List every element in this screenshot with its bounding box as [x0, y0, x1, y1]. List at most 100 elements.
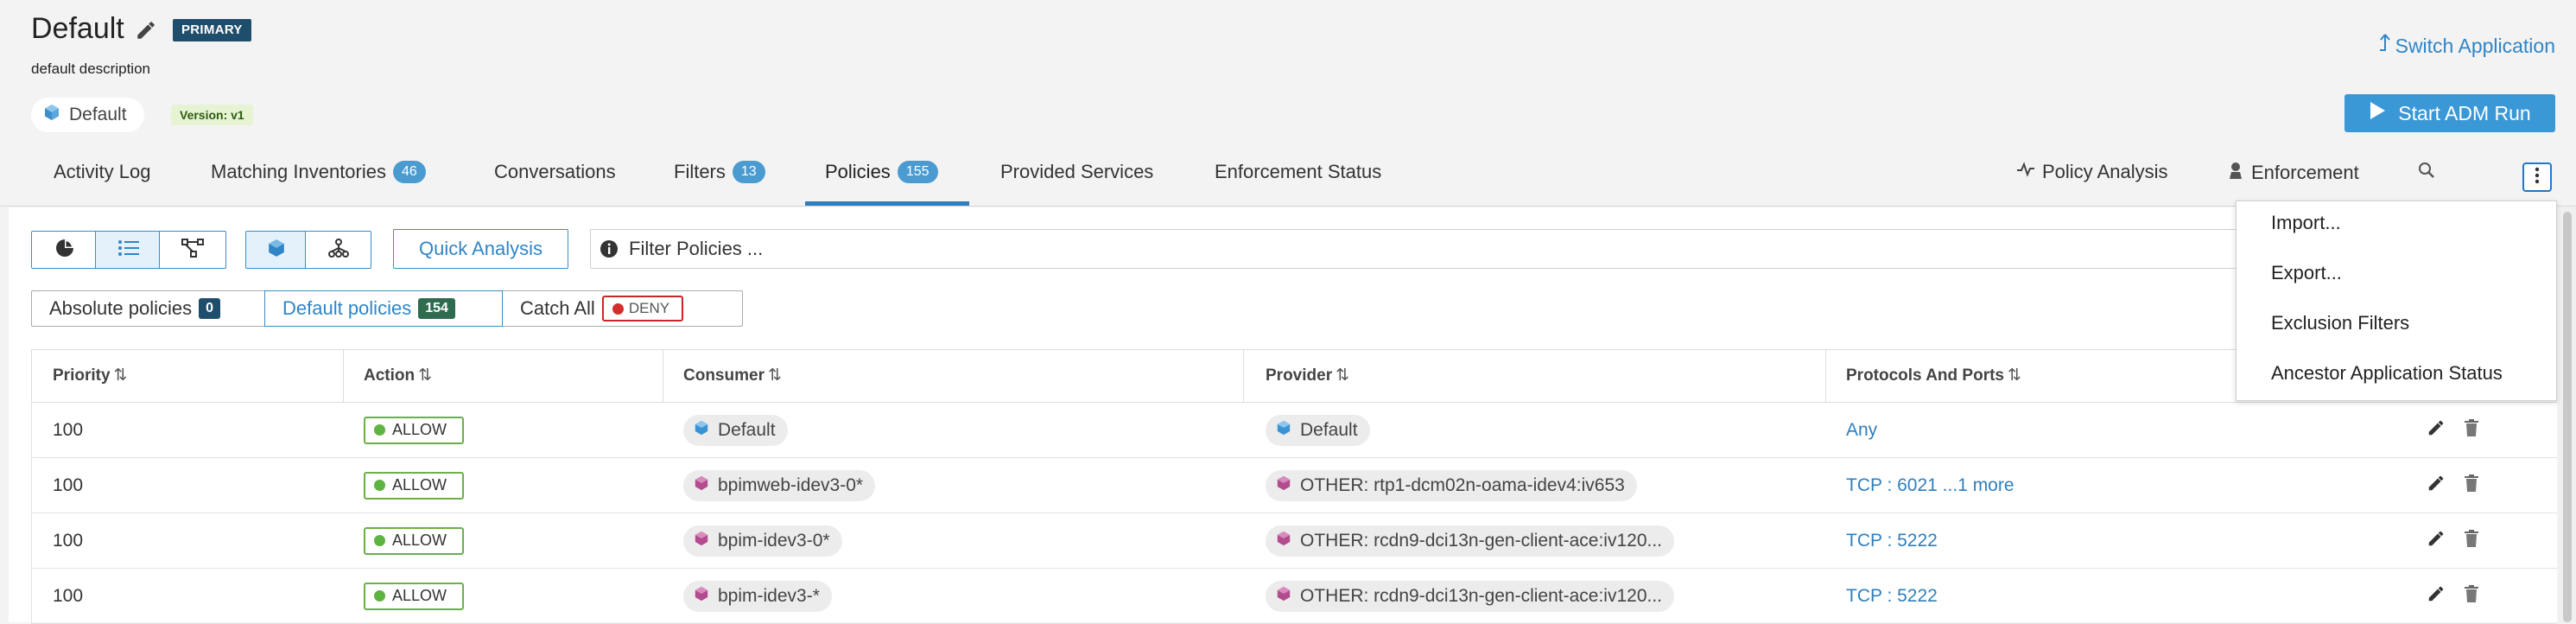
ports-link[interactable]: TCP : 5222: [1846, 586, 1938, 607]
priority-cell: 100: [53, 530, 84, 551]
pencil-icon[interactable]: [2427, 474, 2446, 498]
filter-policies-input[interactable]: [627, 237, 2358, 261]
cube-icon: [267, 239, 286, 262]
ports-link[interactable]: TCP : 5222: [1846, 531, 1938, 551]
pencil-icon[interactable]: [2427, 529, 2446, 553]
table-row[interactable]: 100 ALLOW bpim-idev3-* OTHER: rcdn9-dci1…: [31, 569, 2557, 624]
pulse-icon: [2016, 161, 2035, 183]
default-policies-count: 154: [418, 298, 455, 319]
default-policies-tab[interactable]: Default policies 154: [264, 290, 503, 327]
row-actions: [2427, 513, 2480, 568]
cube-icon: [1276, 420, 1291, 441]
consumer-chip[interactable]: Default: [683, 414, 788, 446]
tab-enforcement-status[interactable]: Enforcement Status: [1215, 161, 1381, 183]
list-view-button[interactable]: [95, 231, 162, 269]
tab-activity-log[interactable]: Activity Log: [54, 161, 151, 183]
info-icon: [600, 239, 619, 258]
tab-matching-inventories[interactable]: Matching Inventories 46: [211, 161, 426, 183]
col-consumer[interactable]: Consumer ⇅: [683, 350, 782, 402]
tab-label: Policies: [825, 161, 891, 182]
tab-filters[interactable]: Filters 13: [674, 161, 765, 183]
list-icon: [117, 239, 140, 262]
allow-dot-icon: [374, 424, 385, 436]
group-view-button[interactable]: [245, 231, 308, 269]
row-actions: [2427, 458, 2480, 513]
col-action[interactable]: Action ⇅: [364, 350, 432, 402]
provider-cell: Default: [1266, 403, 1370, 457]
sort-icon: ⇅: [418, 366, 433, 385]
priority-cell: 100: [53, 585, 84, 606]
primary-badge: PRIMARY: [173, 19, 251, 41]
absolute-policies-tab[interactable]: Absolute policies 0: [31, 290, 266, 327]
consumer-cell: bpimweb-idev3-0*: [683, 458, 876, 513]
pie-chart-icon: [54, 238, 75, 263]
absolute-policies-count: 0: [199, 298, 221, 319]
col-provider[interactable]: Provider ⇅: [1266, 350, 1349, 402]
edit-title-icon[interactable]: [135, 19, 157, 41]
absolute-policies-label: Absolute policies: [49, 297, 193, 319]
row-actions: [2427, 569, 2480, 623]
tab-label: Filters: [674, 161, 726, 182]
search-button[interactable]: [2417, 161, 2436, 185]
pencil-icon[interactable]: [2427, 418, 2446, 443]
tab-conversations[interactable]: Conversations: [494, 161, 616, 183]
tab-label: Enforcement Status: [1215, 161, 1382, 182]
provider-chip[interactable]: OTHER: rtp1-dcm02n-oama-idev4:iv653: [1266, 469, 1637, 501]
allow-dot-icon: [374, 535, 385, 546]
trash-icon[interactable]: [2463, 584, 2480, 608]
pencil-icon[interactable]: [2427, 584, 2446, 608]
switch-application-link[interactable]: Switch Application: [2378, 33, 2555, 59]
ports-link[interactable]: Any: [1846, 420, 1877, 441]
table-row[interactable]: 100 ALLOW Default Default Any: [31, 403, 2557, 458]
catch-all-deny-badge: DENY: [601, 296, 684, 322]
allow-dot-icon: [374, 480, 385, 491]
enforcement-button[interactable]: Enforcement: [2227, 161, 2359, 185]
consumer-chip[interactable]: bpim-idev3-*: [683, 580, 832, 612]
menu-item-exclusion-filters[interactable]: Exclusion Filters: [2271, 312, 2409, 334]
scope-chip-label: Default: [69, 105, 127, 124]
row-actions: [2427, 403, 2480, 457]
deny-label: DENY: [628, 300, 670, 316]
table-row[interactable]: 100 ALLOW bpim-idev3-0* OTHER: rcdn9-dci…: [31, 513, 2557, 569]
sort-icon: ⇅: [1336, 366, 1350, 385]
chart-view-button[interactable]: [31, 231, 98, 269]
trash-icon[interactable]: [2463, 418, 2480, 443]
app-title: Default: [31, 12, 124, 45]
quick-analysis-button[interactable]: Quick Analysis: [393, 229, 568, 269]
tab-label: Conversations: [494, 161, 616, 182]
menu-item-ancestor-application-status[interactable]: Ancestor Application Status: [2271, 362, 2503, 385]
catch-all-tab[interactable]: Catch All DENY: [502, 290, 743, 327]
provider-chip[interactable]: OTHER: rcdn9-dci13n-gen-client-ace:iv120…: [1266, 580, 1675, 612]
policy-analysis-button[interactable]: Policy Analysis: [2016, 161, 2168, 183]
catch-all-label: Catch All: [520, 297, 595, 319]
menu-item-import[interactable]: Import...: [2271, 212, 2341, 234]
consumer-chip[interactable]: bpimweb-idev3-0*: [683, 469, 876, 501]
cube-icon: [694, 475, 709, 496]
menu-item-export[interactable]: Export...: [2271, 262, 2342, 284]
provider-chip[interactable]: OTHER: rcdn9-dci13n-gen-client-ace:iv120…: [1266, 525, 1675, 557]
sort-icon: ⇅: [2007, 366, 2021, 385]
col-protocols-ports[interactable]: Protocols And Ports ⇅: [1846, 350, 2021, 402]
ports-cell: Any: [1846, 403, 1877, 457]
allow-badge: ALLOW: [364, 471, 465, 500]
table-row[interactable]: 100 ALLOW bpimweb-idev3-0* OTHER: rtp1-d…: [31, 458, 2557, 513]
allow-badge: ALLOW: [364, 526, 465, 555]
graph-view-button[interactable]: [159, 231, 226, 269]
scope-chip[interactable]: Default: [31, 98, 144, 132]
more-options-button[interactable]: [2522, 162, 2552, 192]
col-priority[interactable]: Priority ⇅: [53, 350, 127, 402]
tab-provided-services[interactable]: Provided Services: [1000, 161, 1153, 183]
consumer-chip[interactable]: bpim-idev3-0*: [683, 525, 842, 557]
tab-policies[interactable]: Policies 155: [825, 161, 938, 183]
search-icon: [2417, 161, 2436, 185]
play-icon: [2369, 101, 2386, 125]
tab-count-badge: 155: [897, 161, 938, 183]
trash-icon[interactable]: [2463, 474, 2480, 498]
hierarchy-view-button[interactable]: [305, 231, 371, 269]
scrollbar-thumb[interactable]: [2563, 212, 2572, 622]
ports-link[interactable]: TCP : 6021 ...1 more: [1846, 475, 2014, 496]
provider-chip[interactable]: Default: [1266, 414, 1370, 446]
trash-icon[interactable]: [2463, 529, 2480, 553]
cube-icon: [694, 420, 709, 441]
start-adm-run-button[interactable]: Start ADM Run: [2344, 94, 2555, 132]
